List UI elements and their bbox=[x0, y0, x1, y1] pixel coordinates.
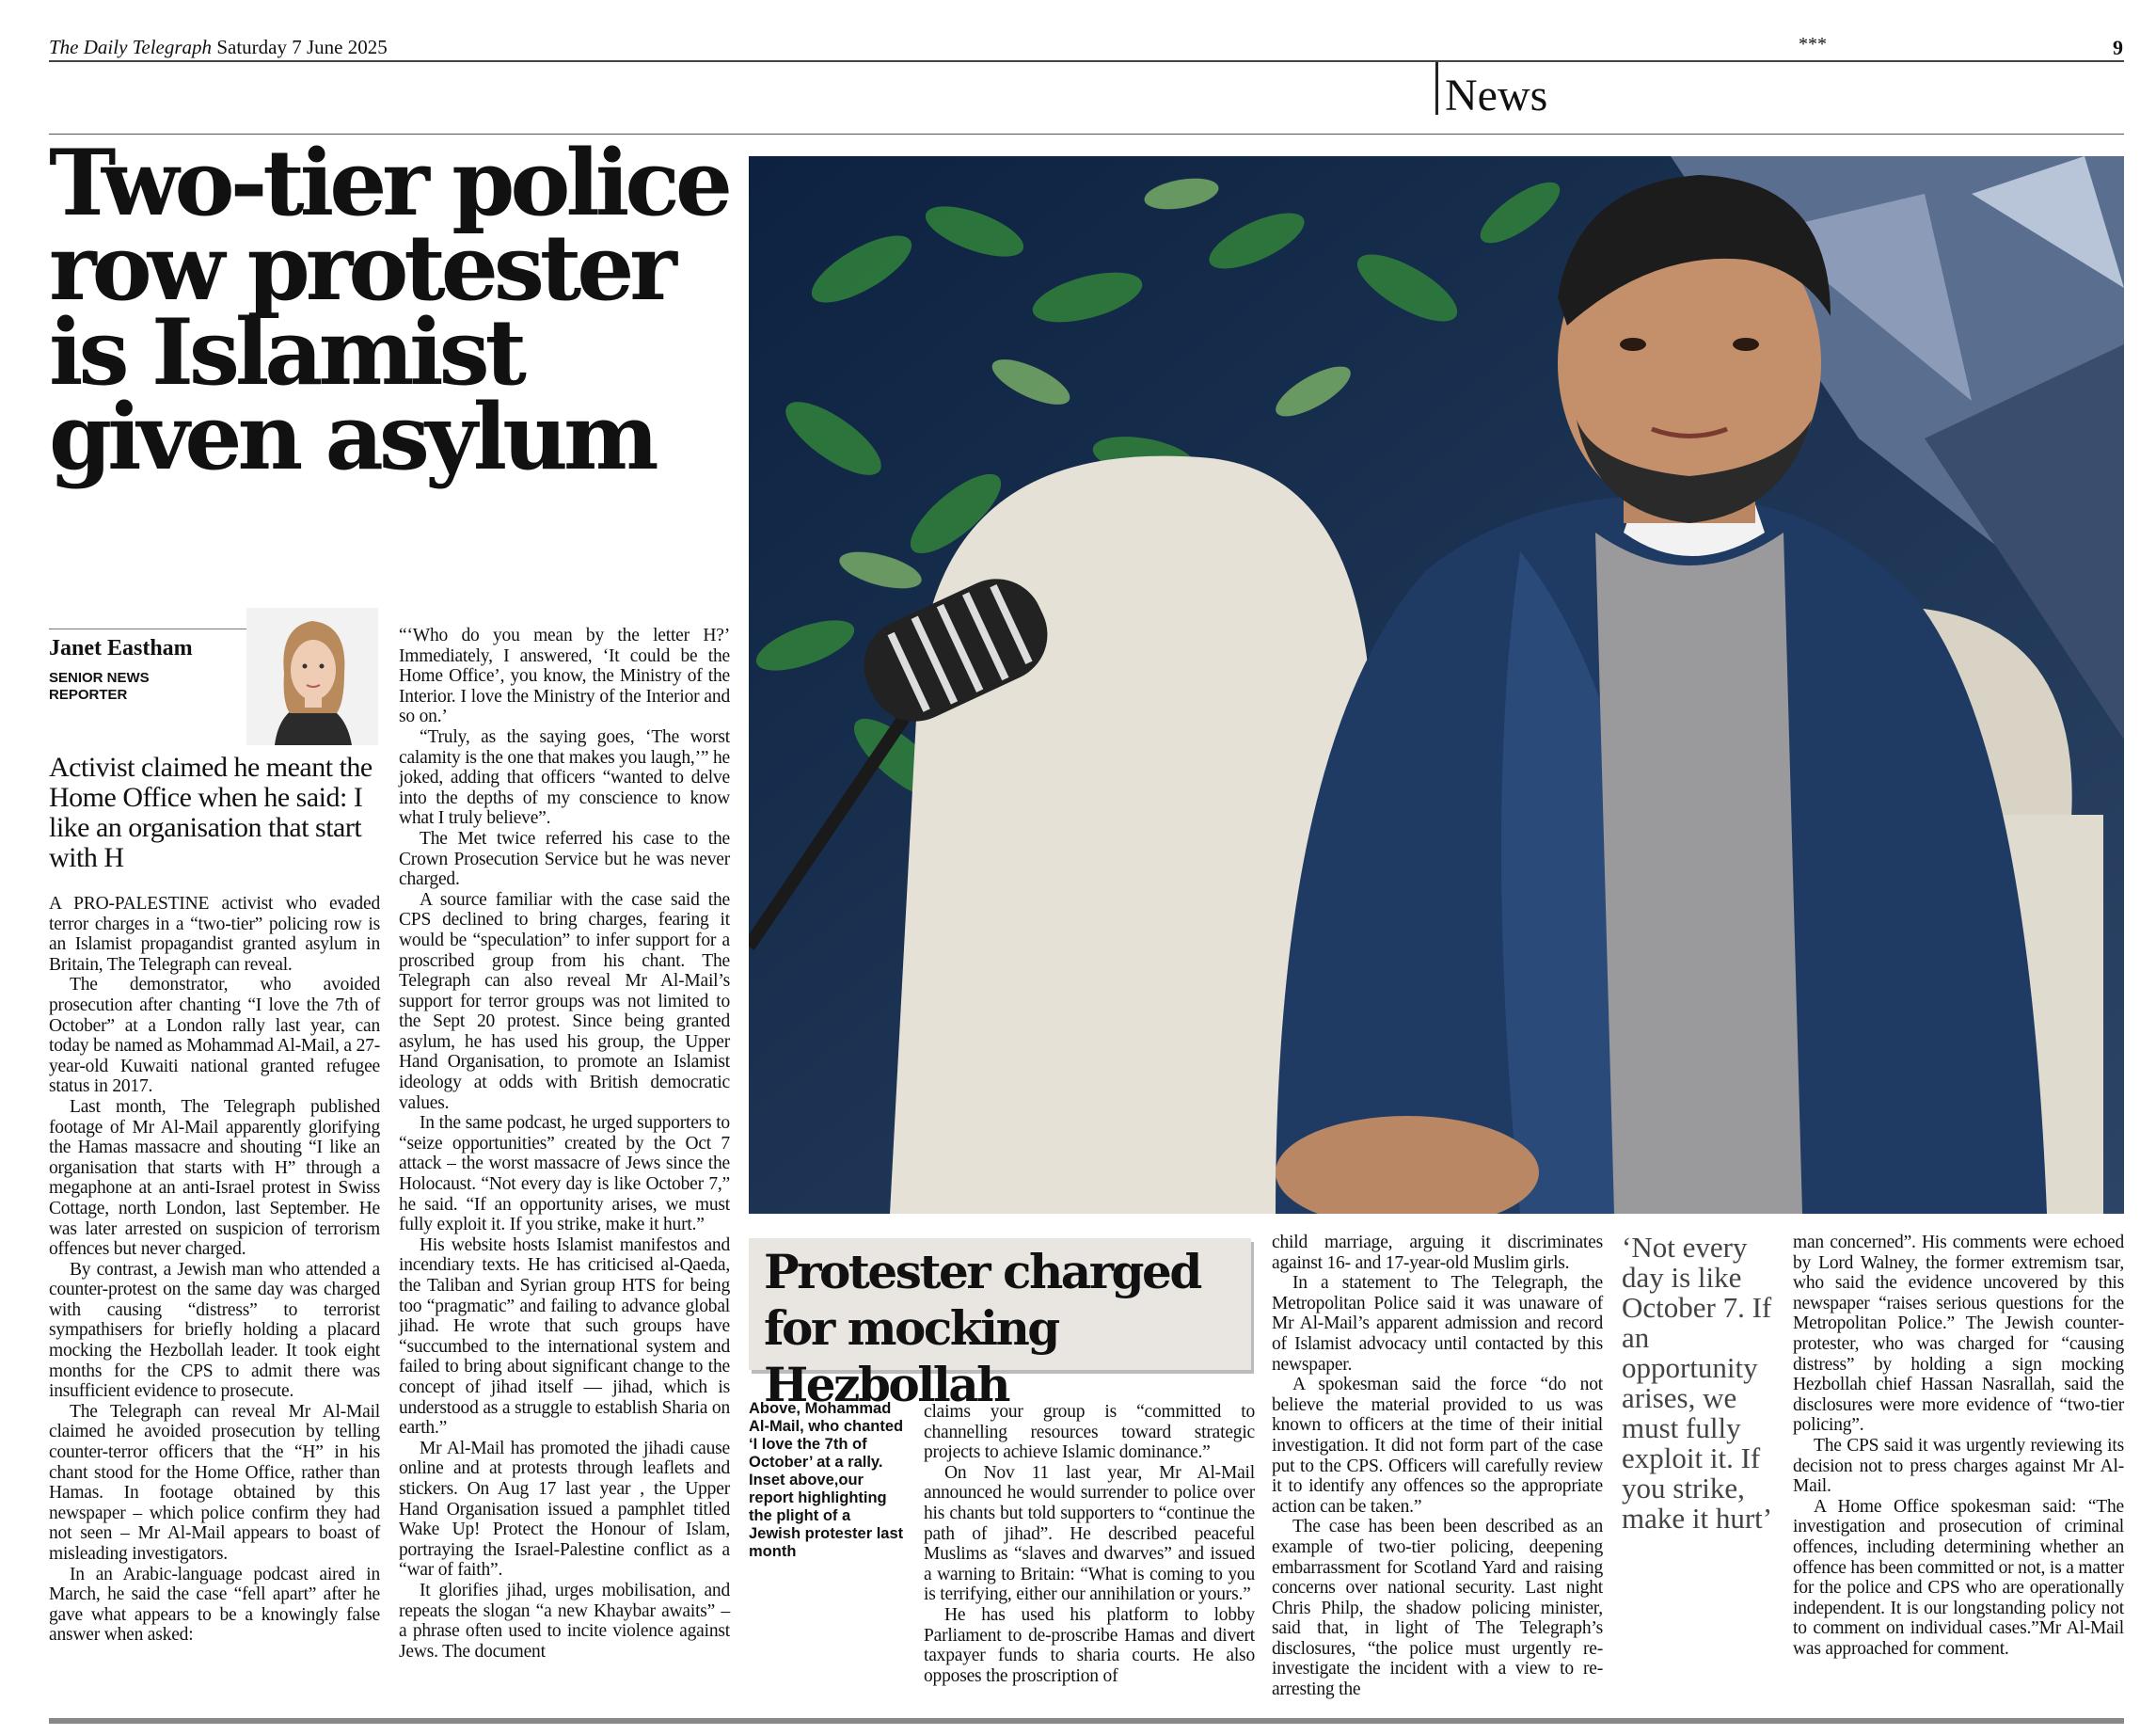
photo-caption: Above, Mohammad Al-Mail, who chanted ‘I … bbox=[749, 1400, 904, 1560]
edition-stars: *** bbox=[1799, 34, 1827, 55]
paragraph: A Home Office spokesman said: “The inves… bbox=[1793, 1496, 2124, 1659]
headline: Two-tier police row protester is Islamis… bbox=[49, 130, 745, 490]
author-headshot bbox=[246, 608, 378, 745]
paragraph: The Telegraph can reveal Mr Al-Mail clai… bbox=[49, 1401, 380, 1564]
paragraph: His website hosts Islamist manifestos an… bbox=[399, 1234, 730, 1439]
paragraph: “‘Who do you mean by the letter H?’ Imme… bbox=[399, 626, 730, 727]
paragraph: Mr Al-Mail has promoted the jihadi cause… bbox=[399, 1438, 730, 1581]
paragraph: “Truly, as the saying goes, ‘The worst c… bbox=[399, 726, 730, 829]
paragraph: It glorifies jihad, urges mobilisation, … bbox=[399, 1580, 730, 1662]
paragraph: Last month, The Telegraph published foot… bbox=[49, 1096, 380, 1260]
paragraph: By contrast, a Jewish man who attended a… bbox=[49, 1259, 380, 1402]
author-role: SENIOR NEWS REPORTER bbox=[49, 670, 150, 703]
paragraph: In an Arabic-language podcast aired in M… bbox=[49, 1564, 380, 1646]
paragraph: In a statement to The Telegraph, the Met… bbox=[1272, 1273, 1603, 1375]
section-label: News bbox=[1445, 71, 1548, 120]
paragraph: man concerned”. His comments were echoed… bbox=[1793, 1233, 2124, 1436]
paragraph: A source familiar with the case said the… bbox=[399, 889, 730, 1113]
author-name: Janet Eastham bbox=[49, 636, 193, 661]
paragraph: The demonstrator, who avoided prosecutio… bbox=[49, 975, 380, 1097]
pull-quote: ‘Not every day is like October 7. If an … bbox=[1622, 1231, 1773, 1535]
paragraph: child marriage, arguing it discriminates… bbox=[1272, 1233, 1603, 1273]
paper-name: The Daily Telegraph bbox=[49, 36, 213, 58]
article-column-1: A PRO-PALESTINE activist who evaded terr… bbox=[49, 894, 380, 1646]
main-photo bbox=[749, 156, 2124, 1214]
masthead: The Daily Telegraph Saturday 7 June 2025 bbox=[49, 36, 388, 59]
standfirst: Activist claimed he meant the Home Offic… bbox=[49, 752, 373, 873]
top-rule bbox=[49, 60, 2124, 62]
article-column-4: claims your group is “committed to chann… bbox=[924, 1402, 1255, 1686]
paragraph: In the same podcast, he urged supporters… bbox=[399, 1113, 730, 1235]
article-column-7: man concerned”. His comments were echoed… bbox=[1793, 1233, 2124, 1659]
paragraph: He has used his platform to lobby Parlia… bbox=[924, 1604, 1255, 1686]
section-bar bbox=[1435, 62, 1438, 115]
headline-line: row protester bbox=[49, 215, 677, 321]
page-number: 9 bbox=[2113, 36, 2123, 59]
paragraph: On Nov 11 last year, Mr Al-Mail announce… bbox=[924, 1462, 1255, 1605]
article-column-2: “‘Who do you mean by the letter H?’ Imme… bbox=[399, 626, 730, 1662]
headline-line: Two-tier police bbox=[49, 130, 733, 236]
paragraph: A PRO-PALESTINE activist who evaded terr… bbox=[49, 894, 380, 975]
paragraph: The case has been been described as an e… bbox=[1272, 1517, 1603, 1700]
inset-headline: Protester charged for mocking Hezbollah bbox=[764, 1244, 1202, 1412]
article-column-5: child marriage, arguing it discriminates… bbox=[1272, 1233, 1603, 1700]
paragraph: The CPS said it was urgently reviewing i… bbox=[1793, 1435, 2124, 1497]
bottom-rule bbox=[49, 1718, 2124, 1724]
issue-date: Saturday 7 June 2025 bbox=[216, 36, 388, 58]
paragraph: A spokesman said the force “do not belie… bbox=[1272, 1375, 1603, 1517]
headline-line: given asylum bbox=[49, 384, 659, 490]
paragraph: claims your group is “committed to chann… bbox=[924, 1402, 1255, 1463]
paragraph: The Met twice referred his case to the C… bbox=[399, 828, 730, 890]
headline-line: is Islamist bbox=[49, 299, 527, 406]
